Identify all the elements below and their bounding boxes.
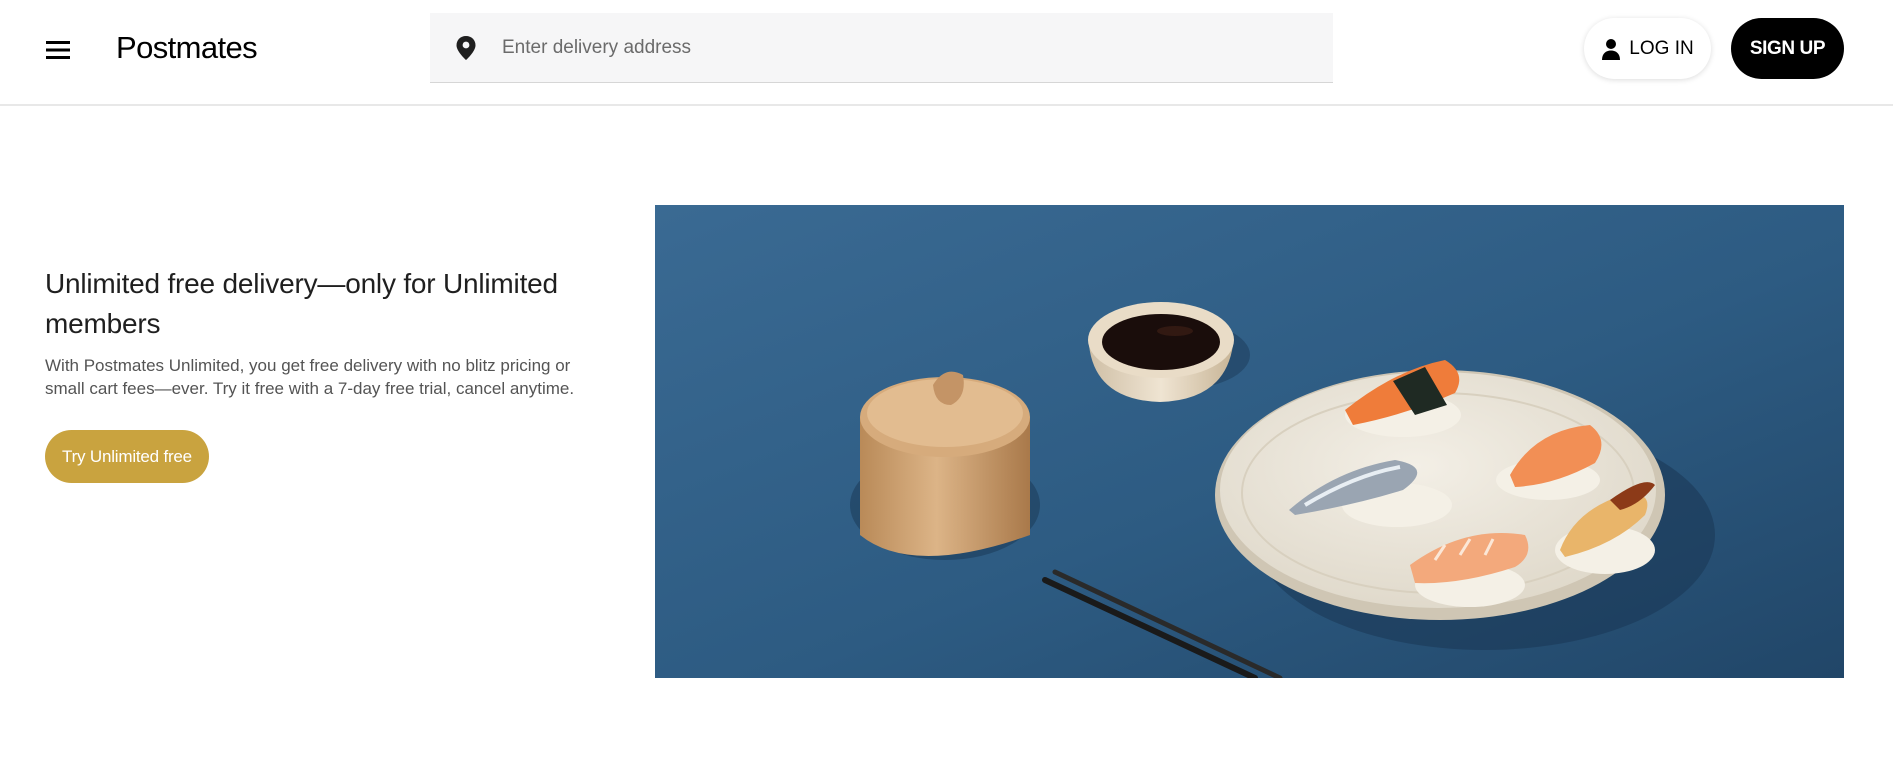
delivery-address-search[interactable] — [430, 13, 1333, 83]
menu-button[interactable] — [42, 34, 74, 66]
delivery-address-input[interactable] — [500, 35, 1300, 60]
promo-description: With Postmates Unlimited, you get free d… — [45, 356, 575, 398]
hero-image-sushi — [655, 205, 1844, 678]
hamburger-menu-icon — [46, 41, 70, 59]
postmates-logo[interactable]: Postmates — [116, 28, 258, 68]
login-label: LOG IN — [1629, 37, 1694, 59]
user-icon — [1602, 38, 1621, 60]
promo-title: Unlimited free delivery—only for Unlimit… — [45, 268, 558, 339]
location-pin-icon — [452, 34, 480, 62]
try-unlimited-button[interactable]: Try Unlimited free — [45, 430, 209, 483]
signup-button[interactable]: SIGN UP — [1731, 18, 1844, 79]
login-button[interactable]: LOG IN — [1584, 18, 1711, 79]
top-header: Postmates LOG IN SIGN UP — [0, 0, 1893, 106]
